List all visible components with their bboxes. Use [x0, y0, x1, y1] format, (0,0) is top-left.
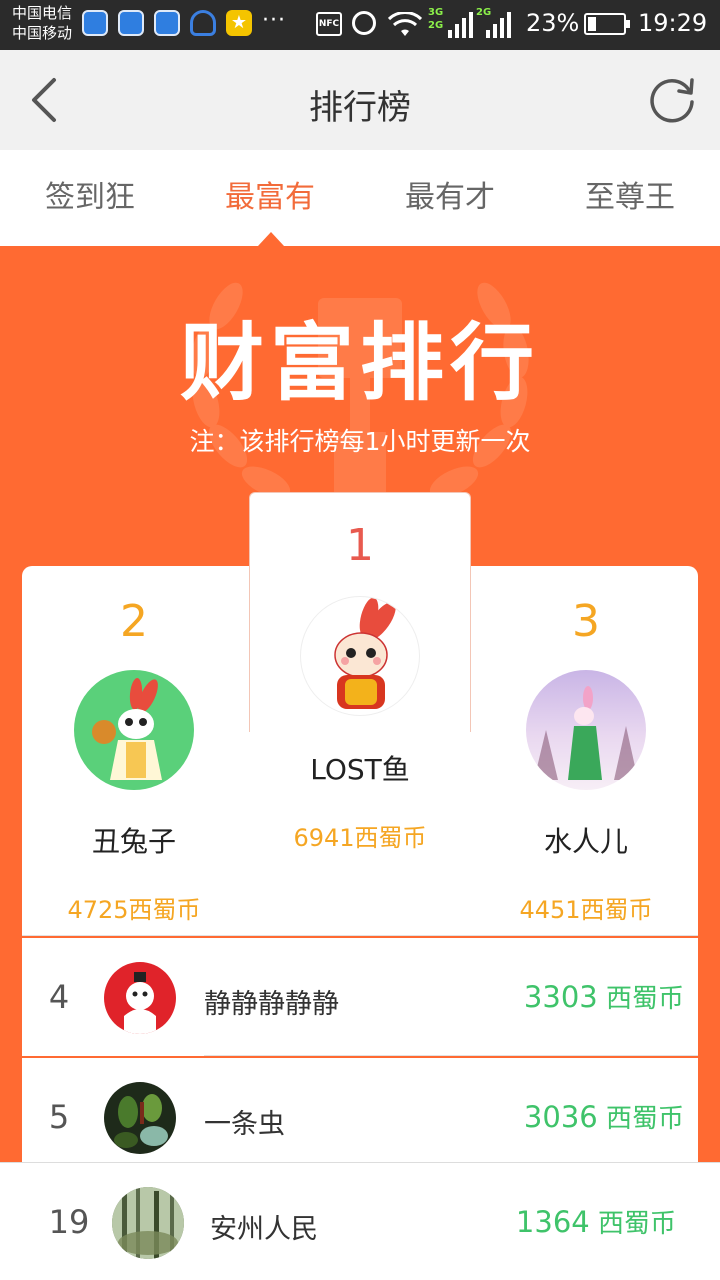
row-coins: 3303 西蜀币	[523, 980, 684, 1014]
bunny-avatar-icon	[334, 597, 396, 709]
avatar[interactable]	[300, 596, 420, 716]
cartoon-avatar-icon	[124, 972, 156, 1034]
list-item[interactable]: 5 一条虫 3036 西蜀币	[22, 1058, 698, 1176]
row-name: 一条虫	[204, 1109, 285, 1140]
refresh-icon	[650, 78, 694, 123]
snow-scene-avatar-icon	[534, 686, 638, 780]
hotspot-icon	[154, 10, 180, 36]
row-rank: 4	[48, 978, 70, 1016]
rank-3-coins: 4451西蜀币	[519, 896, 653, 924]
row-name: 安州人民	[210, 1214, 318, 1245]
clock: 19:29	[638, 9, 708, 37]
rank-3-number: 3	[572, 596, 600, 647]
carrier-1: 中国电信	[12, 4, 73, 22]
row-rank: 19	[48, 1203, 90, 1241]
row-coins: 3036 西蜀币	[523, 1100, 684, 1134]
network-type-icon: 3G 2G	[428, 7, 444, 31]
update-note: 注：该排行榜每1小时更新一次	[189, 427, 531, 456]
star-app-icon: ★	[226, 10, 252, 36]
tab-most-talented[interactable]: 最有才	[360, 150, 540, 246]
hotspot-icon	[82, 10, 108, 36]
row-name: 静静静静静	[204, 989, 339, 1020]
avatar[interactable]	[104, 1082, 176, 1154]
battery-percent: 23%	[526, 9, 580, 37]
active-tab-indicator	[258, 232, 284, 246]
forest-avatar-icon	[112, 1187, 184, 1259]
avatar[interactable]	[112, 1187, 184, 1259]
more-notifications-icon: ···	[262, 8, 286, 33]
podium-divider	[22, 935, 698, 936]
rank-1-number: 1	[346, 520, 374, 571]
wifi-icon	[388, 12, 422, 36]
bunny-avatar-icon	[92, 678, 162, 780]
nfc-icon: NFC	[316, 12, 342, 36]
avatar[interactable]	[74, 670, 194, 790]
rank-1-coins: 6941西蜀币	[293, 824, 427, 852]
tab-bar: 签到狂 最富有 最有才 至尊王	[0, 150, 720, 246]
avatar[interactable]	[526, 670, 646, 790]
banner-title: 财富排行	[179, 314, 540, 412]
rank-2-coins: 4725西蜀币	[67, 896, 201, 924]
page-title: 排行榜	[309, 88, 411, 128]
refresh-button[interactable]	[644, 72, 700, 128]
row-divider	[204, 1055, 698, 1056]
battery-icon	[584, 13, 630, 35]
avatar[interactable]	[104, 962, 176, 1034]
status-bar: 中国电信 中国移动 ★ ··· NFC 3G 2G 2G 23% 19:29	[0, 0, 720, 50]
tab-supreme-king[interactable]: 至尊王	[540, 150, 720, 246]
hotspot-icon	[118, 10, 144, 36]
tab-sign-in[interactable]: 签到狂	[0, 150, 180, 246]
row-coins: 1364 西蜀币	[515, 1205, 676, 1239]
my-rank-row[interactable]: 19 安州人民 1364 西蜀币	[0, 1162, 720, 1280]
carrier-labels: 中国电信 中国移动	[12, 3, 72, 43]
signal-bars-icon	[486, 10, 511, 38]
signal-bars-icon	[448, 10, 473, 38]
list-item[interactable]: 4 静静静静静 3303 西蜀币	[22, 938, 698, 1056]
carrier-2: 中国移动	[12, 24, 73, 42]
rank-2-name: 丑兔子	[91, 825, 176, 858]
row-rank: 5	[48, 1098, 70, 1136]
headset-icon	[190, 10, 216, 36]
plant-avatar-icon	[114, 1094, 168, 1148]
nav-bar: 排行榜	[0, 50, 720, 150]
rank-3-name: 水人儿	[543, 825, 628, 858]
rank-1-name: LOST鱼	[310, 753, 410, 786]
rank-2-number: 2	[120, 596, 148, 647]
alarm-icon	[352, 11, 376, 35]
